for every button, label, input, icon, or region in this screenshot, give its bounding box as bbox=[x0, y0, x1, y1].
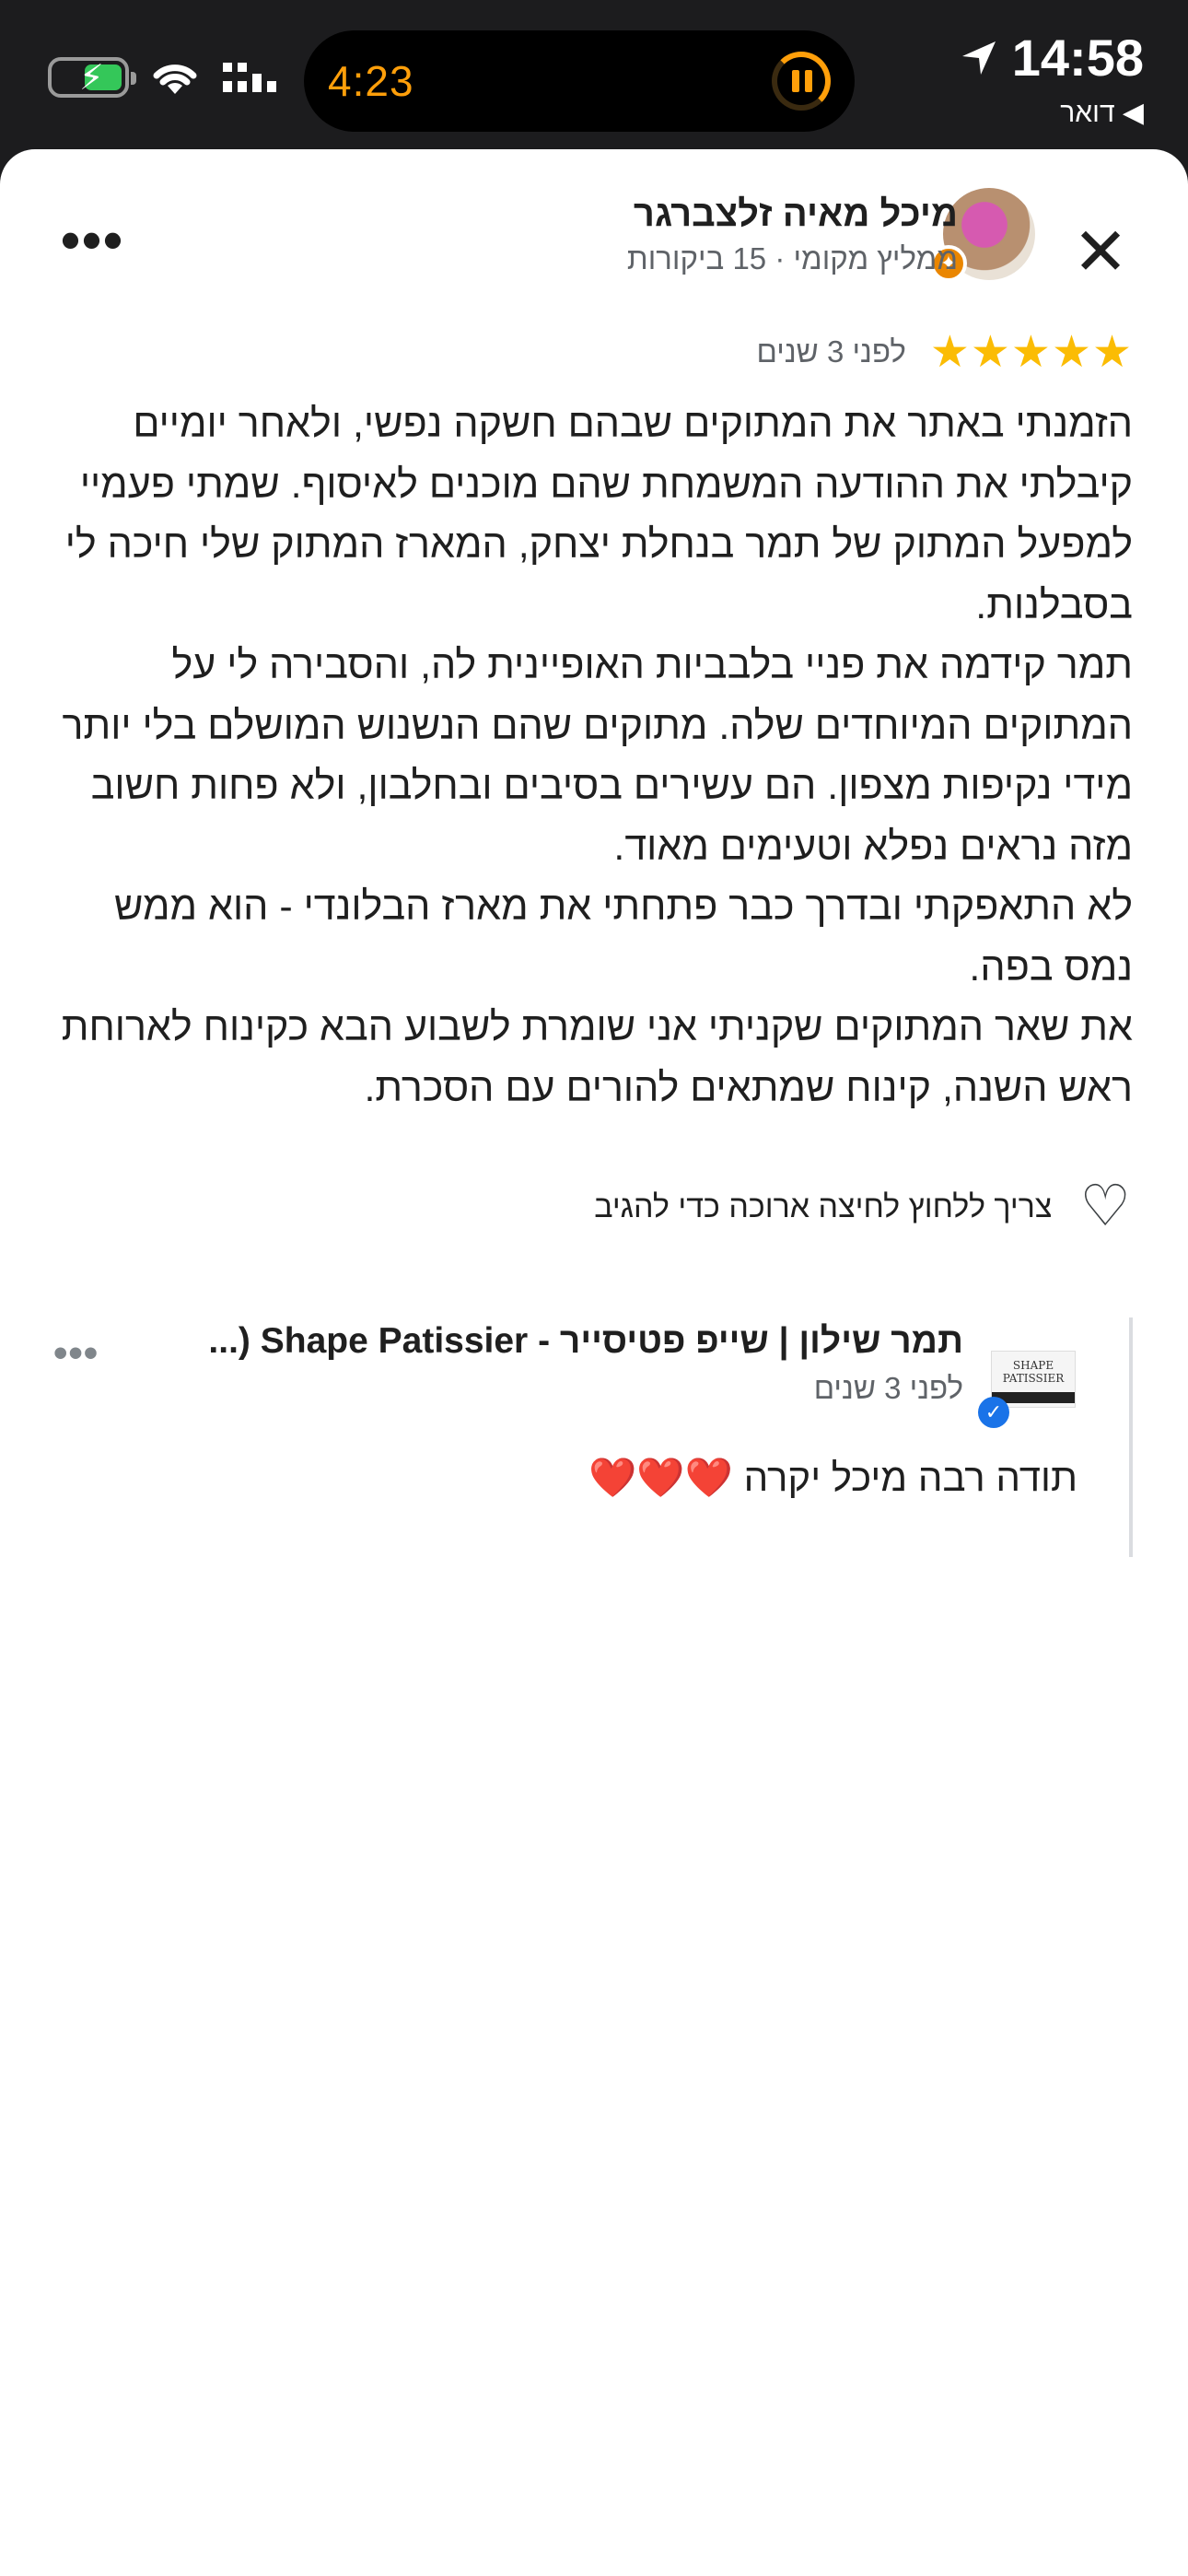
reviewer-meta: ממליץ מקומי · 15 ביקורות bbox=[626, 241, 958, 275]
battery-icon: ⚡ bbox=[48, 57, 136, 98]
reviewer-name[interactable]: מיכל מאיה זלצברגר bbox=[634, 193, 958, 235]
review-text: הזמנתי באתר את המתוקים שבהם חשקה נפשי, ו… bbox=[46, 394, 1133, 1118]
location-arrow-icon bbox=[961, 41, 996, 75]
review-paragraph: הזמנתי באתר את המתוקים שבהם חשקה נפשי, ו… bbox=[64, 402, 1133, 627]
back-triangle-icon: ◀ bbox=[1122, 98, 1144, 128]
status-bar: ⚡ 4:23 14:58 דואר ◀ bbox=[0, 0, 1188, 152]
review-time-ago: לפני 3 שנים bbox=[756, 334, 906, 369]
pause-icon[interactable] bbox=[772, 52, 831, 111]
review-paragraph: את שאר המתוקים שקניתי אני שומרת לשבוע הב… bbox=[61, 1005, 1133, 1110]
close-button[interactable]: ✕ bbox=[1059, 210, 1142, 293]
more-options-button[interactable]: ••• bbox=[61, 208, 124, 272]
owner-logo: SHAPE PATISSIER bbox=[991, 1351, 1076, 1408]
reply-text: תודה רבה מיכל יקרה ❤️❤️❤️ bbox=[588, 1456, 1077, 1499]
status-time: 14:58 bbox=[1011, 29, 1144, 87]
review-paragraph: תמר קידמה את פניי בלבביות האופיינית לה, … bbox=[62, 643, 1133, 869]
dynamic-island[interactable]: 4:23 bbox=[304, 30, 855, 132]
reply-more-options-button[interactable]: ••• bbox=[53, 1330, 99, 1376]
close-icon: ✕ bbox=[1072, 216, 1129, 289]
review-paragraph: לא התאפקתי ובדרך כבר פתחתי את מארז הבלונ… bbox=[113, 884, 1133, 989]
cellular-signal-icon bbox=[223, 63, 276, 92]
owner-logo-text: SHAPE PATISSIER bbox=[1002, 1359, 1065, 1385]
status-icons: ⚡ bbox=[48, 57, 282, 98]
rating-row: ★★★★★ לפני 3 שנים bbox=[757, 326, 1133, 378]
star-rating: ★★★★★ bbox=[929, 328, 1133, 377]
verified-check-icon: ✓ bbox=[978, 1397, 1009, 1428]
reply-time-ago: לפני 3 שנים bbox=[813, 1371, 963, 1405]
owner-reply: SHAPE PATISSIER ✓ תמר שילון | שייפ פטיסי… bbox=[46, 1317, 1133, 1557]
status-time-row: 14:58 bbox=[959, 28, 1144, 88]
back-app-label: דואר bbox=[1060, 98, 1115, 128]
heart-icon[interactable]: ♡ bbox=[1079, 1178, 1131, 1235]
owner-name[interactable]: תמר שילון | שייפ פטיסייר - Shape Patissi… bbox=[153, 1321, 963, 1362]
back-to-app-link[interactable]: דואר ◀ bbox=[959, 97, 1144, 129]
like-row: ♡ צריך ללחוץ לחיצה ארוכה כדי להגיב bbox=[594, 1178, 1131, 1235]
wifi-icon bbox=[153, 64, 197, 94]
like-hint: צריך ללחוץ לחיצה ארוכה כדי להגיב bbox=[594, 1188, 1053, 1224]
timer-readout: 4:23 bbox=[328, 57, 414, 105]
